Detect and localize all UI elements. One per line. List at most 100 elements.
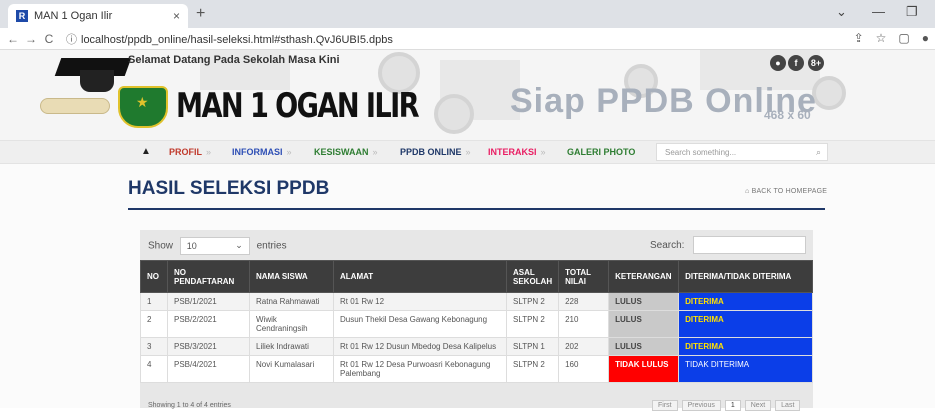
chevron-down-icon: ⌄	[235, 240, 243, 250]
row-number: 2	[140, 310, 168, 338]
total-score: 228	[558, 292, 610, 311]
forward-icon[interactable]: →	[22, 32, 40, 46]
nav-item-ppdb-online[interactable]: PPDB ONLINE»	[400, 147, 471, 157]
nav-item-kesiswaan[interactable]: KESISWAAN»	[314, 147, 378, 157]
pagination: First Previous 1 Next Last	[652, 400, 801, 411]
address-bar: ← → C ⓘ localhost/ppdb_online/hasil-selek…	[0, 28, 935, 50]
nav-item-profil[interactable]: PROFIL »	[169, 147, 211, 157]
bg-decoration-icon	[812, 76, 846, 110]
results-table: NO NO PENDAFTARAN NAMA SISWA ALAMAT ASAL…	[140, 260, 813, 383]
address: Rt 01 Rw 12 Desa Purwoasri Kebonagung Pa…	[333, 355, 507, 383]
school-name: MAN 1 OGAN ILIR	[176, 86, 420, 126]
site-search-placeholder: Search something...	[665, 148, 737, 157]
column-header[interactable]: NO PENDAFTARAN	[167, 260, 250, 293]
minimize-button[interactable]: —	[872, 4, 885, 19]
acceptance-badge: DITERIMA	[678, 310, 813, 338]
pager-page-1-button[interactable]: 1	[724, 400, 741, 411]
tab-title: MAN 1 Ogan Ilir	[34, 10, 113, 22]
social-icon-1[interactable]: ●	[770, 55, 786, 71]
site-header: ★ Selamat Datang Pada Sekolah Masa Kini …	[0, 50, 935, 140]
home-icon[interactable]: ▲	[141, 146, 151, 157]
pager-last-button[interactable]: Last	[775, 400, 801, 411]
column-header[interactable]: KETERANGAN	[608, 260, 680, 293]
nav-arrow-icon: »	[372, 147, 378, 157]
url-text: localhost/ppdb_online/hasil-seleksi.html…	[81, 33, 393, 46]
acceptance-badge: DITERIMA	[678, 337, 813, 356]
status-badge: LULUS	[608, 292, 680, 311]
address: Rt 01 Rw 12 Dusun Mbedog Desa Kalipelus	[333, 337, 507, 356]
welcome-text: Selamat Datang Pada Sekolah Masa Kini	[128, 54, 340, 66]
nav-item-label: GALERI PHOTO	[567, 147, 636, 157]
nav-arrow-icon: »	[465, 147, 471, 157]
registration-number: PSB/4/2021	[167, 355, 250, 383]
acceptance-badge: TIDAK DITERIMA	[678, 355, 813, 383]
banner-size: 468 x 60	[764, 108, 811, 122]
page-title: HASIL SELEKSI PPDB	[128, 178, 330, 199]
origin-school: SLTPN 2	[505, 310, 560, 338]
column-header[interactable]: TOTAL NILAI	[558, 260, 610, 293]
nav-item-galeri-photo[interactable]: GALERI PHOTO	[567, 147, 635, 157]
entries-select[interactable]: 10 ⌄	[179, 237, 250, 255]
nav-item-label: KESISWAAN	[314, 147, 369, 157]
table-row: 1 PSB/1/2021 Ratna Rahmawati Rt 01 Rw 12 SLT…	[140, 292, 813, 311]
site-info-icon[interactable]: ⓘ	[66, 34, 77, 46]
table-row: 3 PSB/3/2021 Liliek Indrawati Rt 01 Rw 12 D…	[140, 337, 813, 356]
table-row: 4 PSB/4/2021 Novi Kumalasari Rt 01 Rw 12 De…	[140, 355, 813, 383]
profile-icon[interactable]: ●	[922, 31, 929, 45]
column-header[interactable]: ALAMAT	[333, 260, 507, 293]
column-header[interactable]: DITERIMA/TIDAK DITERIMA	[678, 260, 813, 293]
registration-number: PSB/3/2021	[167, 337, 250, 356]
url-field[interactable]: ⓘ localhost/ppdb_online/hasil-seleksi.htm…	[66, 31, 393, 47]
bg-decoration-icon	[434, 94, 474, 134]
sidebar-icon[interactable]: ▢	[898, 31, 909, 45]
share-icon[interactable]: ⇪	[854, 31, 864, 45]
entries-value: 10	[186, 241, 197, 251]
pager-first-button[interactable]: First	[652, 400, 678, 411]
total-score: 210	[558, 310, 610, 338]
registration-number: PSB/1/2021	[167, 292, 250, 311]
show-label: Show	[148, 240, 174, 252]
maximize-button[interactable]: ❐	[906, 4, 918, 20]
site-favicon-icon: R	[16, 10, 28, 22]
address: Rt 01 Rw 12	[333, 292, 507, 311]
total-score: 202	[558, 337, 610, 356]
column-header[interactable]: NAMA SISWA	[249, 260, 334, 293]
table-row: 2 PSB/2/2021 Wiwik Cendraningsih Dusun Thek…	[140, 310, 813, 338]
table-search-label: Search:	[650, 240, 685, 251]
column-header[interactable]: ASAL SEKOLAH	[505, 260, 560, 293]
row-number: 3	[140, 337, 168, 356]
back-icon[interactable]: ←	[4, 32, 22, 46]
status-badge: LULUS	[608, 337, 680, 356]
main-nav: ▲ PROFIL» INFORMASI» KESISWAAN» PPDB ONL…	[0, 140, 935, 164]
nav-item-informasi[interactable]: INFORMASI»	[232, 147, 292, 157]
row-number: 4	[140, 355, 168, 383]
entries-label: entries	[256, 240, 287, 252]
site-search-input[interactable]: Search something... ⌕	[656, 143, 828, 161]
status-badge: TIDAK LULUS	[608, 355, 680, 383]
bookmark-star-icon[interactable]: ☆	[876, 31, 887, 45]
nav-item-label: INTERAKSI	[488, 147, 537, 157]
origin-school: SLTPN 1	[505, 337, 560, 356]
reload-icon[interactable]: C	[40, 32, 58, 46]
table-search-input[interactable]	[693, 236, 806, 254]
student-name: Liliek Indrawati	[249, 337, 334, 356]
nav-item-interaksi[interactable]: INTERAKSI»	[488, 147, 546, 157]
tab-list-icon[interactable]: ⌄	[836, 4, 847, 20]
back-to-homepage-link[interactable]: ⌂ BACK TO HOMEPAGE	[745, 188, 827, 195]
column-header[interactable]: NO	[140, 260, 168, 293]
pager-previous-button[interactable]: Previous	[681, 400, 721, 411]
total-score: 160	[558, 355, 610, 383]
address: Dusun Thekil Desa Gawang Kebonagung	[333, 310, 507, 338]
origin-school: SLTPN 2	[505, 355, 560, 383]
pager-next-button[interactable]: Next	[744, 400, 772, 411]
acceptance-badge: DITERIMA	[678, 292, 813, 311]
nav-item-label: PPDB ONLINE	[400, 147, 462, 157]
facebook-icon[interactable]: f	[788, 55, 804, 71]
origin-school: SLTPN 2	[505, 292, 560, 311]
browser-tab[interactable]: R MAN 1 Ogan Ilir ×	[8, 4, 188, 28]
nav-item-label: INFORMASI	[232, 147, 283, 157]
google-plus-icon[interactable]: 8+	[808, 55, 824, 71]
search-icon[interactable]: ⌕	[816, 147, 821, 158]
close-tab-icon[interactable]: ×	[173, 9, 180, 23]
new-tab-button[interactable]: +	[196, 5, 205, 23]
